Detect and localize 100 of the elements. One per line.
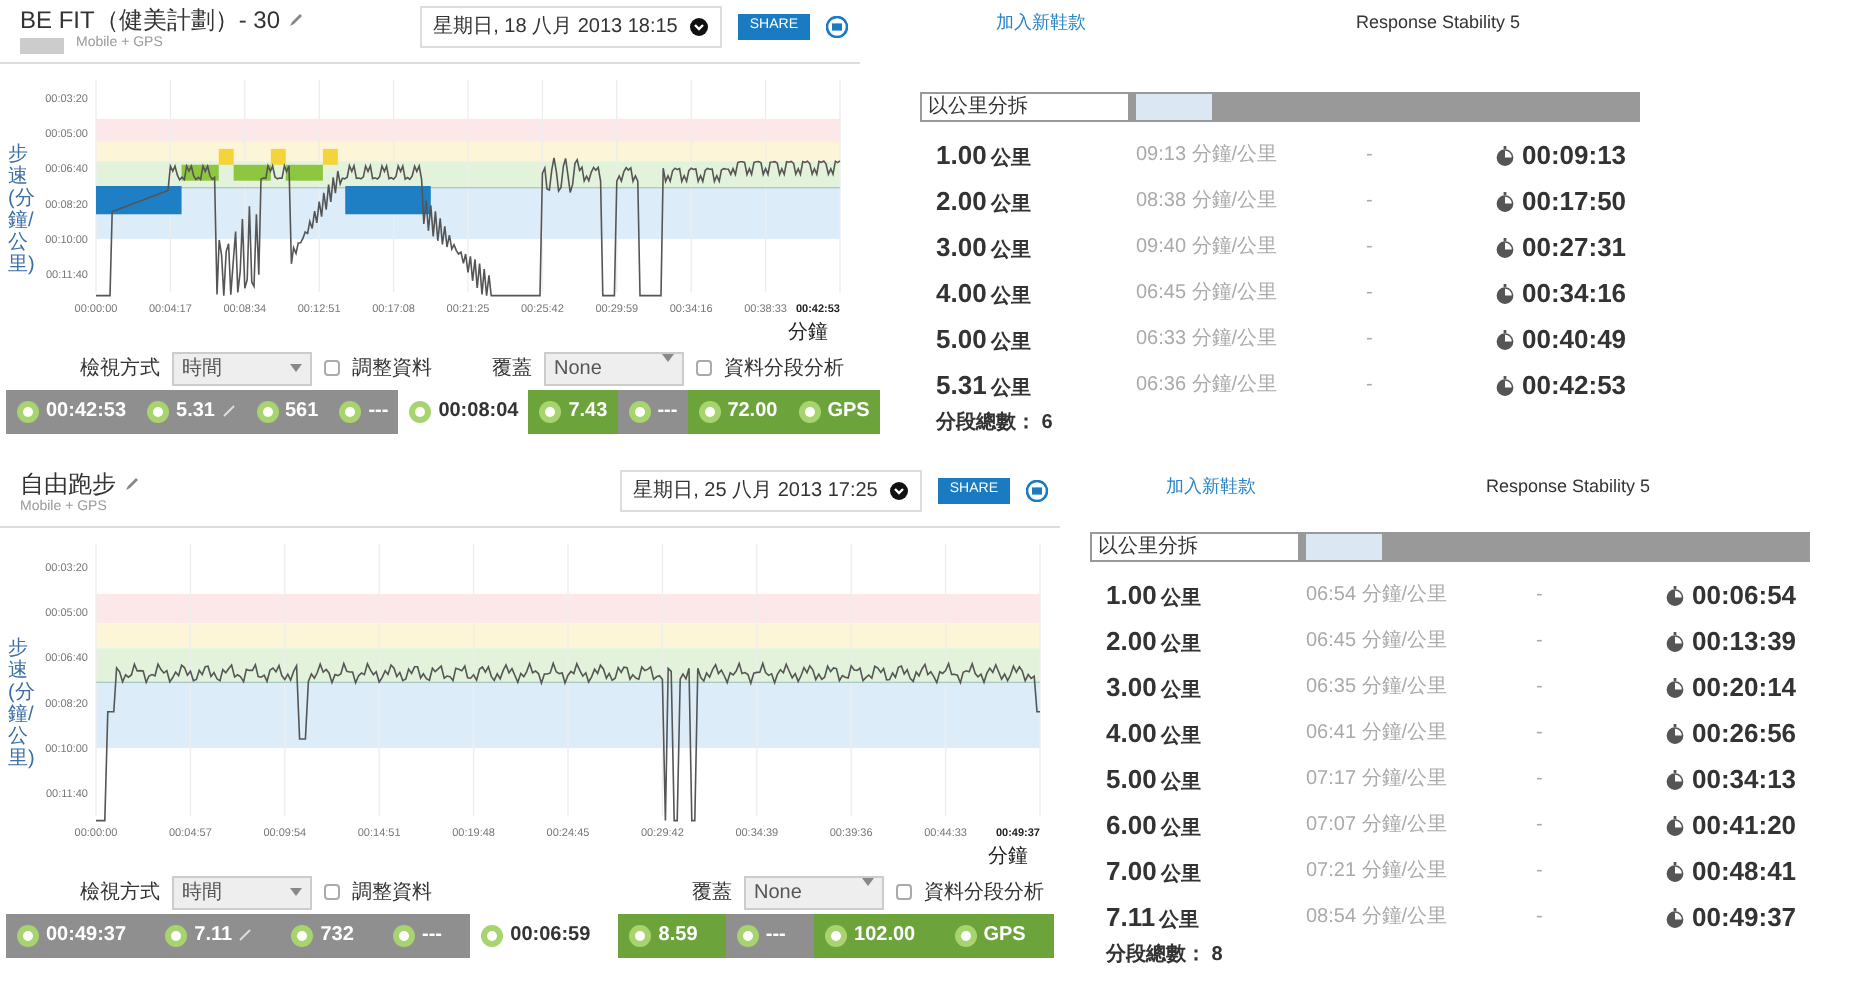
stat-value: 72.00 bbox=[727, 398, 778, 427]
split-elevation: - bbox=[1366, 234, 1375, 262]
split-elevation: - bbox=[1536, 766, 1545, 794]
stat-tile[interactable]: --- bbox=[617, 389, 688, 434]
stat-value: 5.31 bbox=[176, 398, 215, 427]
split-time: 00:26:56 bbox=[1692, 715, 1797, 752]
split-distance: 5.31 bbox=[936, 369, 987, 400]
tab[interactable]: 以公里分拆 bbox=[1090, 532, 1300, 562]
unit-label: 公里 bbox=[1160, 587, 1201, 610]
stat-tile[interactable]: --- bbox=[382, 913, 471, 958]
unit-label: 公里 bbox=[990, 193, 1031, 216]
shoe-name: Response Stability 5 bbox=[1486, 474, 1651, 501]
split-distance: 1.00 bbox=[1106, 579, 1157, 610]
stat-tile[interactable]: 102.00 bbox=[814, 913, 944, 958]
axis-unit: 分鐘 bbox=[988, 845, 1028, 868]
split-distance: 5.00 bbox=[936, 323, 987, 354]
stat-value: 00:08:04 bbox=[438, 398, 519, 427]
axis-unit: 分鐘 bbox=[788, 321, 828, 344]
split-pace: 06:45 分鐘/公里 bbox=[1136, 280, 1280, 308]
split-elevation: - bbox=[1366, 188, 1375, 216]
unit-label: 公里 bbox=[1160, 725, 1201, 748]
stat-tile[interactable]: 7.11 bbox=[154, 913, 281, 958]
stat-value: GPS bbox=[827, 398, 870, 427]
split-pace: 06:35 分鐘/公里 bbox=[1306, 674, 1450, 702]
date-dropdown[interactable]: 星期日, 25 八月 2013 17:25 bbox=[619, 470, 922, 512]
stat-value: --- bbox=[765, 922, 786, 951]
checkbox-label: 資料分段分析 bbox=[724, 355, 844, 384]
stat-tile[interactable]: 00:49:37 bbox=[6, 913, 155, 958]
unit-label: 公里 bbox=[1159, 909, 1200, 932]
stat-value: 102.00 bbox=[854, 922, 916, 951]
split-pace: 08:54 分鐘/公里 bbox=[1306, 904, 1450, 932]
stat-tile[interactable]: 8.59 bbox=[618, 913, 726, 958]
split-elevation: - bbox=[1536, 812, 1545, 840]
unit-label: 公里 bbox=[990, 285, 1031, 308]
split-distance: 5.00 bbox=[1106, 763, 1157, 794]
split-distance: 7.00 bbox=[1106, 855, 1157, 886]
overlay-select[interactable]: None bbox=[544, 351, 684, 386]
split-pace: 08:38 分鐘/公里 bbox=[1136, 188, 1280, 216]
split-distance: 7.11 bbox=[1106, 901, 1156, 932]
split-time: 00:41:20 bbox=[1692, 807, 1797, 844]
stat-value: --- bbox=[422, 922, 443, 951]
stat-tile[interactable]: 72.00 bbox=[687, 389, 788, 434]
split-pace: 06:45 分鐘/公里 bbox=[1306, 628, 1450, 656]
split-elevation: - bbox=[1536, 904, 1545, 932]
view-label: 檢視方式 bbox=[80, 355, 160, 384]
unit-label: 公里 bbox=[1160, 817, 1201, 840]
split-elevation: - bbox=[1536, 720, 1545, 748]
stat-value: 7.43 bbox=[568, 398, 608, 427]
unit-label: 公里 bbox=[990, 147, 1031, 170]
split-count: 分段總數： 6 bbox=[933, 409, 1055, 438]
view-select[interactable]: 時間 bbox=[172, 875, 312, 910]
unit-label: 公里 bbox=[990, 377, 1031, 400]
split-time: 00:13:39 bbox=[1692, 623, 1797, 660]
split-distance: 3.00 bbox=[936, 231, 987, 262]
split-pace: 07:17 分鐘/公里 bbox=[1306, 766, 1450, 794]
split-pace: 09:13 分鐘/公里 bbox=[1136, 142, 1280, 170]
stat-value: 8.59 bbox=[658, 922, 698, 951]
split-time: 00:49:37 bbox=[1692, 899, 1797, 936]
split-pace: 06:54 分鐘/公里 bbox=[1306, 582, 1450, 610]
stat-tile[interactable]: 00:42:53 bbox=[6, 389, 137, 434]
checkbox-label: 調整資料 bbox=[352, 355, 432, 384]
stat-tile[interactable]: --- bbox=[725, 913, 815, 958]
checkbox-label: 調整資料 bbox=[352, 879, 432, 908]
split-distance: 2.00 bbox=[1106, 625, 1157, 656]
stat-tile[interactable]: 5.31 bbox=[136, 389, 245, 434]
stat-tile[interactable]: --- bbox=[328, 389, 399, 434]
unit-label: 公里 bbox=[1160, 679, 1201, 702]
stat-tile[interactable]: 7.43 bbox=[528, 389, 618, 434]
split-elevation: - bbox=[1366, 142, 1375, 170]
add-shoe-link[interactable]: 加入新鞋款 bbox=[1166, 474, 1256, 502]
split-elevation: - bbox=[1366, 280, 1375, 308]
split-pace: 07:07 分鐘/公里 bbox=[1306, 812, 1450, 840]
date-dropdown[interactable]: 星期日, 18 八月 2013 18:15 bbox=[419, 6, 722, 48]
stat-tile[interactable]: 561 bbox=[245, 389, 329, 434]
split-count: 分段總數： 8 bbox=[1103, 941, 1225, 970]
split-elevation: - bbox=[1536, 674, 1545, 702]
add-shoe-link[interactable]: 加入新鞋款 bbox=[996, 10, 1086, 38]
unit-label: 公里 bbox=[990, 239, 1031, 262]
overlay-select[interactable]: None bbox=[744, 875, 884, 910]
split-distance: 6.00 bbox=[1106, 809, 1157, 840]
split-distance: 1.00 bbox=[936, 139, 987, 170]
stat-value: --- bbox=[657, 398, 678, 427]
view-select[interactable]: 時間 bbox=[172, 351, 312, 386]
split-distance: 3.00 bbox=[1106, 671, 1157, 702]
tab[interactable]: 以公里分拆 bbox=[920, 92, 1130, 122]
stat-value: 732 bbox=[320, 922, 354, 951]
stat-tile[interactable]: 732 bbox=[280, 913, 383, 958]
split-distance: 2.00 bbox=[936, 185, 987, 216]
split-distance: 4.00 bbox=[1106, 717, 1157, 748]
checkbox-label: 資料分段分析 bbox=[924, 879, 1044, 908]
overlay-label: 覆蓋 bbox=[492, 355, 532, 384]
unit-label: 公里 bbox=[990, 331, 1031, 354]
shoe-name: Response Stability 5 bbox=[1356, 10, 1521, 37]
activity-title: 自由跑步 bbox=[20, 470, 116, 499]
split-time: 00:27:31 bbox=[1522, 229, 1627, 266]
split-time: 00:42:53 bbox=[1522, 367, 1627, 404]
split-time: 00:48:41 bbox=[1692, 853, 1797, 890]
stat-tile[interactable]: GPS bbox=[787, 389, 880, 434]
split-time: 00:40:49 bbox=[1522, 321, 1627, 358]
stat-tile[interactable]: GPS bbox=[943, 913, 1054, 958]
